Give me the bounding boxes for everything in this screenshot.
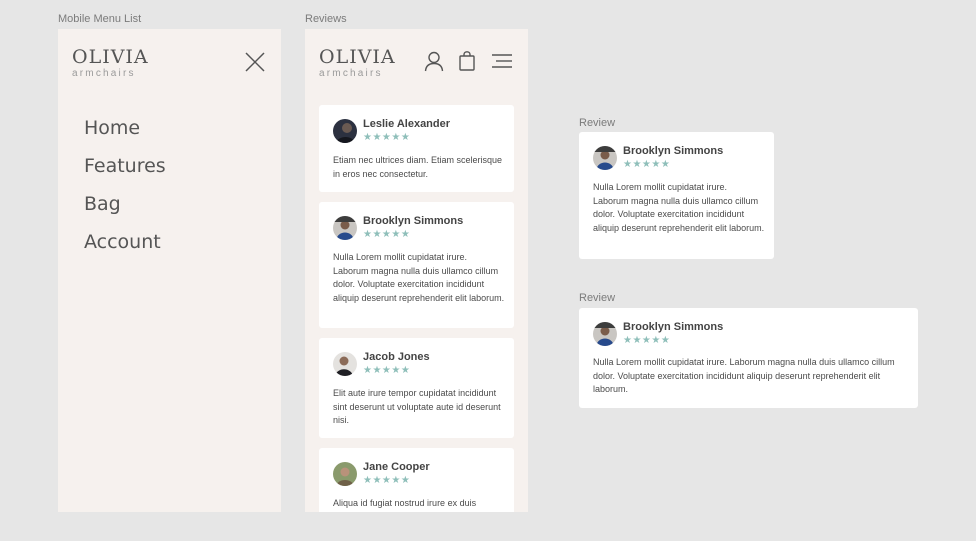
review-component-wide: Brooklyn Simmons ★★★★★ Nulla Lorem molli… (579, 308, 918, 408)
brand-sub: armchairs (72, 68, 136, 79)
frame-label-mobile-menu: Mobile Menu List (58, 13, 142, 25)
reviewer-name: Brooklyn Simmons (363, 215, 464, 227)
review-text: Etiam nec ultrices diam. Etiam scelerisq… (333, 155, 503, 179)
avatar (593, 146, 617, 170)
review-text: Elit aute irure tempor cupidatat incidid… (333, 388, 501, 425)
hamburger-menu-icon[interactable] (492, 54, 512, 68)
review-card: Leslie Alexander ★★★★★ Etiam nec ultrice… (319, 105, 514, 192)
brand-name: OLIVIA (72, 46, 149, 68)
star-rating: ★★★★★ (363, 132, 411, 143)
avatar (333, 119, 357, 143)
reviewer-name: Brooklyn Simmons (623, 145, 724, 157)
star-rating: ★★★★★ (363, 365, 411, 376)
reviewer-name: Jane Cooper (363, 461, 430, 473)
review-text: Aliqua id fugiat nostrud irure ex duis (333, 498, 477, 508)
menu-item-home[interactable]: Home (84, 117, 140, 139)
reviewer-name: Jacob Jones (363, 351, 430, 363)
menu-item-features[interactable]: Features (84, 155, 166, 177)
brand-name: OLIVIA (319, 46, 396, 68)
review-text: Nulla Lorem mollit cupidatat irure. Labo… (333, 252, 505, 303)
review-card: Jacob Jones ★★★★★ Elit aute irure tempor… (319, 338, 514, 438)
review-text: Nulla Lorem mollit cupidatat irure. Labo… (593, 182, 765, 233)
reviewer-name: Brooklyn Simmons (623, 321, 724, 333)
reviewer-name: Leslie Alexander (363, 118, 451, 130)
avatar (333, 352, 357, 376)
menu-item-account[interactable]: Account (84, 231, 161, 253)
mobile-menu-frame: OLIVIA armchairs Home Features Bag Accou… (58, 29, 281, 512)
user-icon[interactable] (424, 51, 444, 72)
avatar (333, 216, 357, 240)
star-rating: ★★★★★ (623, 335, 671, 346)
frame-label-reviews: Reviews (305, 13, 347, 25)
close-icon[interactable] (245, 52, 265, 72)
bag-icon[interactable] (459, 51, 475, 71)
reviews-frame: OLIVIA armchairs Leslie Alexander ★★★★★ … (305, 29, 528, 512)
avatar (593, 322, 617, 346)
star-rating: ★★★★★ (363, 229, 411, 240)
review-component: Brooklyn Simmons ★★★★★ Nulla Lorem molli… (579, 132, 774, 259)
review-card: Brooklyn Simmons ★★★★★ Nulla Lorem molli… (319, 202, 514, 328)
review-text: Nulla Lorem mollit cupidatat irure. Labo… (593, 357, 895, 394)
review-card: Jane Cooper ★★★★★ Aliqua id fugiat nostr… (319, 448, 514, 512)
menu-item-bag[interactable]: Bag (84, 193, 121, 215)
brand-logo[interactable]: OLIVIA armchairs (319, 47, 396, 79)
star-rating: ★★★★★ (623, 159, 671, 170)
frame-label-review: Review (579, 117, 616, 129)
brand-logo[interactable]: OLIVIA armchairs (72, 47, 149, 79)
frame-label-review-wide: Review (579, 292, 616, 304)
brand-sub: armchairs (319, 68, 383, 79)
avatar (333, 462, 357, 486)
star-rating: ★★★★★ (363, 475, 411, 486)
